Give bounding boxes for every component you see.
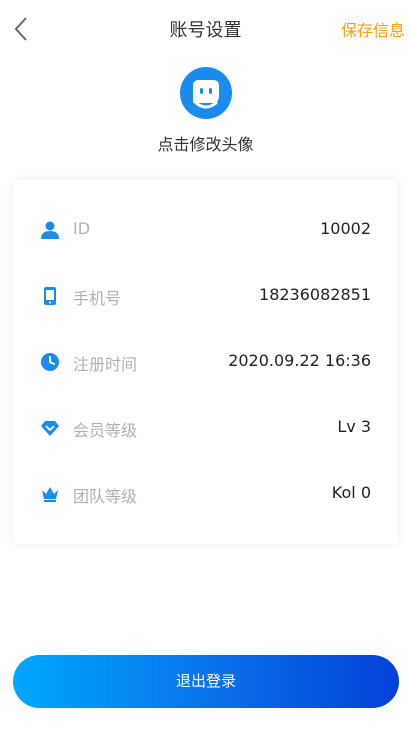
top-bar: 账号设置 保存信息 (0, 0, 411, 58)
logout-button[interactable]: 退出登录 (13, 655, 399, 708)
info-row-member-level: 会员等级 Lv 3 (13, 408, 398, 448)
info-row-phone: 手机号 18236082851 (13, 276, 398, 316)
info-label: 团队等级 (73, 487, 138, 506)
info-row-register-time: 注册时间 2020.09.22 16:36 (13, 342, 398, 382)
info-value: 2020.09.22 16:36 (228, 351, 371, 370)
clock-icon (40, 352, 60, 372)
robot-avatar-icon (193, 80, 219, 109)
change-avatar-hint[interactable]: 点击修改头像 (0, 131, 411, 155)
save-info-button[interactable]: 保存信息 (341, 17, 405, 41)
crown-icon (40, 484, 60, 504)
info-label: 手机号 (73, 289, 122, 308)
info-label: 注册时间 (73, 355, 138, 374)
account-info-card: ID 10002 手机号 18236082851 注册时间 2020.09.22… (13, 180, 398, 544)
diamond-icon (40, 418, 60, 438)
phone-icon (40, 286, 60, 306)
avatar[interactable] (180, 67, 232, 119)
info-label: ID (73, 219, 91, 238)
info-value: 10002 (320, 219, 371, 238)
info-row-team-level: 团队等级 Kol 0 (13, 474, 398, 514)
info-value: 18236082851 (259, 285, 371, 304)
info-label: 会员等级 (73, 421, 138, 440)
info-value: Kol 0 (331, 483, 371, 502)
info-row-id: ID 10002 (13, 210, 398, 250)
user-icon (40, 220, 60, 240)
info-value: Lv 3 (337, 417, 371, 436)
